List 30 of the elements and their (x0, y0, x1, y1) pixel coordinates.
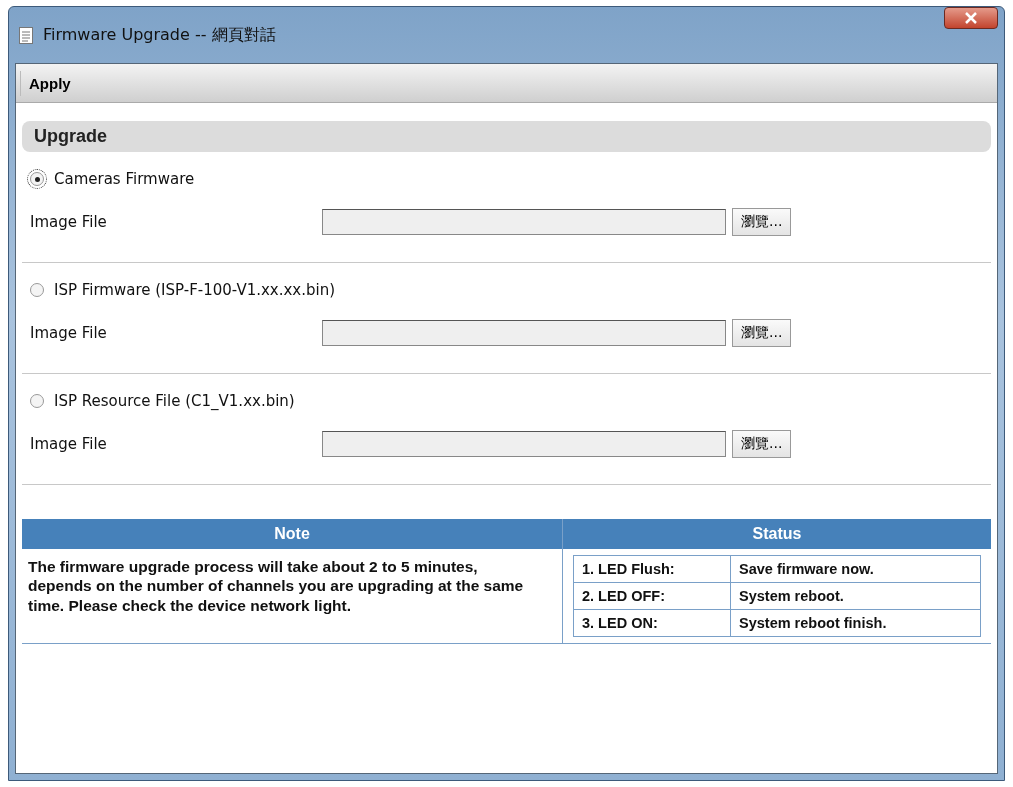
option-label: ISP Firmware (ISP-F-100-V1.xx.xx.bin) (54, 281, 336, 299)
column-header: Status (563, 519, 991, 549)
document-icon (19, 26, 33, 44)
radio-button[interactable] (30, 172, 44, 186)
apply-button[interactable]: Apply (20, 70, 93, 96)
column-header: Note (22, 519, 562, 549)
browse-button[interactable]: 瀏覽... (732, 430, 792, 458)
option-label: Cameras Firmware (54, 170, 195, 188)
browse-button[interactable]: 瀏覽... (732, 319, 792, 347)
section-header: Upgrade (22, 121, 991, 152)
table-cell: 2. LED OFF: (573, 582, 731, 610)
option-label: ISP Resource File (C1_V1.xx.bin) (54, 392, 295, 410)
field-label: Image File (30, 324, 108, 342)
table-cell: Save firmware now. (730, 555, 981, 583)
radio-button[interactable] (30, 394, 44, 408)
file-path-field[interactable] (322, 431, 726, 457)
table-cell: 1. LED Flush: (573, 555, 731, 583)
close-icon (964, 12, 978, 24)
table-cell: System reboot. (730, 582, 981, 610)
file-path-field[interactable] (322, 320, 726, 346)
field-label: Image File (30, 213, 108, 231)
close-button[interactable] (944, 7, 998, 29)
browse-button[interactable]: 瀏覽... (732, 208, 792, 236)
file-path-field[interactable] (322, 209, 726, 235)
note-text: The firmware upgrade process will take about 2 to 5 minutes, depends on the number of channels you are upgrading at the same time. Please check the device network light. (27, 557, 525, 616)
radio-button[interactable] (30, 283, 44, 297)
window-title: Firmware Upgrade -- 網頁對話 (43, 24, 277, 46)
table-cell: System reboot finish. (730, 609, 981, 637)
table-cell: 3. LED ON: (573, 609, 731, 637)
field-label: Image File (30, 435, 108, 453)
